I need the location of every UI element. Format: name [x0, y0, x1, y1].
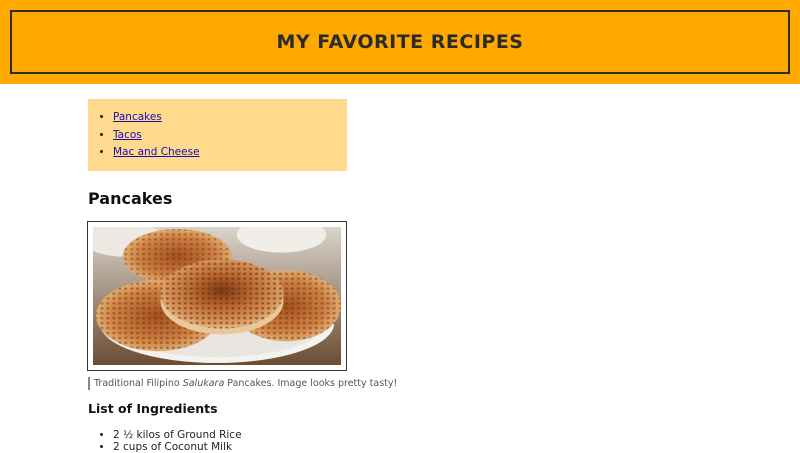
- caption-text-end: Pancakes. Image looks pretty tasty!: [224, 378, 398, 389]
- list-item: 2 cups of Coconut Milk: [113, 441, 242, 453]
- pancakes-photo: [93, 227, 341, 365]
- list-item: Mac and Cheese: [113, 144, 347, 162]
- link-mac-and-cheese[interactable]: Mac and Cheese: [113, 146, 200, 158]
- page-title: MY FAVORITE RECIPES: [276, 31, 524, 53]
- ingredients-heading: List of Ingredients: [88, 401, 218, 416]
- recipe-link-list: Pancakes Tacos Mac and Cheese: [88, 99, 347, 162]
- link-pancakes[interactable]: Pancakes: [113, 111, 162, 123]
- list-item: Pancakes: [113, 109, 347, 127]
- recipe-image-frame: [87, 221, 347, 371]
- header-banner: MY FAVORITE RECIPES: [0, 0, 800, 84]
- link-tacos[interactable]: Tacos: [113, 129, 142, 141]
- caption-text: Traditional Filipino: [94, 378, 183, 389]
- list-item: 2 ½ kilos of Ground Rice: [113, 429, 242, 441]
- list-item: Tacos: [113, 127, 347, 145]
- recipe-title: Pancakes: [88, 189, 173, 208]
- caption-emphasis: Salukara: [182, 378, 225, 389]
- recipe-navigation: Pancakes Tacos Mac and Cheese: [88, 99, 347, 171]
- image-caption: Traditional Filipino Salukara Pancakes. …: [88, 377, 397, 390]
- ingredients-list: 2 ½ kilos of Ground Rice 2 cups of Cocon…: [88, 429, 242, 453]
- header-box: MY FAVORITE RECIPES: [10, 10, 790, 74]
